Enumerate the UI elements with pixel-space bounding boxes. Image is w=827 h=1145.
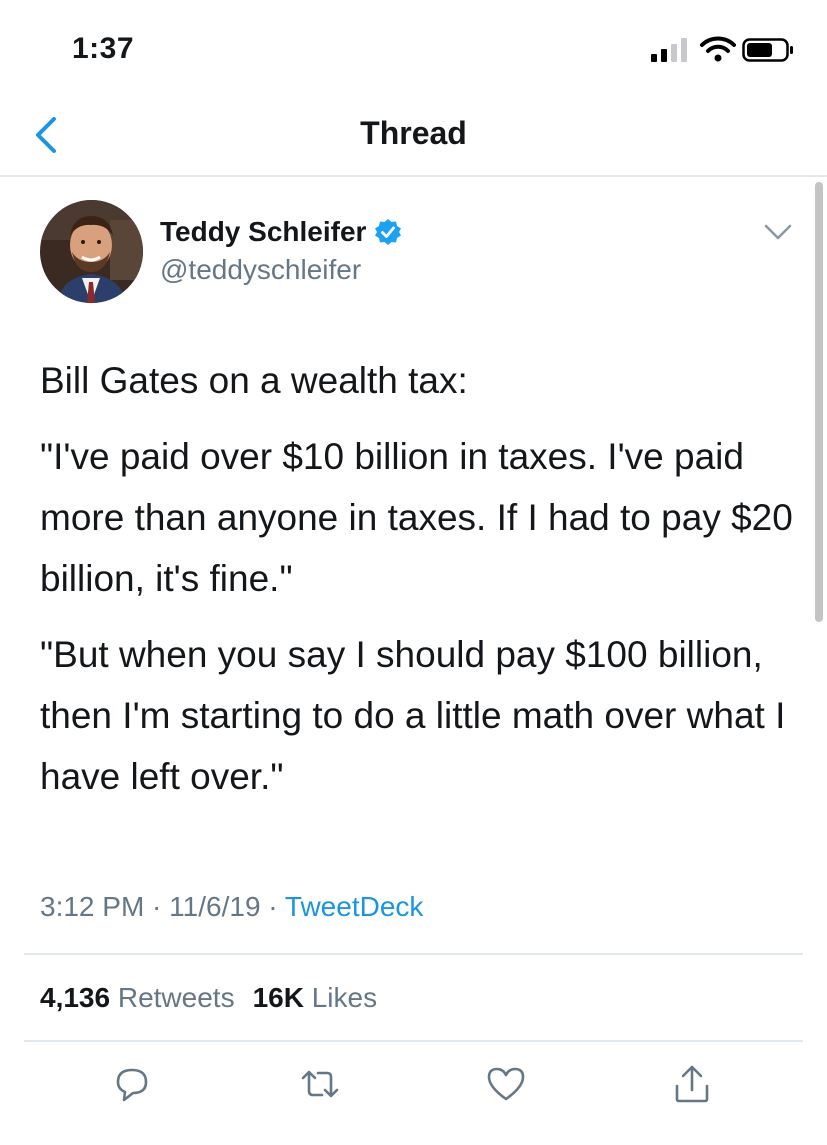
tweet-stats: 4,136 Retweets 16K Likes [40,982,377,1014]
meta-separator: · [260,891,285,922]
cellular-signal-icon [651,38,687,62]
action-bar [0,1062,827,1112]
share-button[interactable] [670,1062,714,1106]
tweet-paragraph: "I've paid over $10 billion in taxes. I'… [40,436,793,599]
author-name[interactable]: Teddy Schleifer [160,216,402,248]
like-button[interactable] [484,1062,528,1106]
chevron-down-icon[interactable] [764,222,792,242]
battery-icon [742,38,793,62]
author-handle[interactable]: @teddyschleifer [160,254,361,286]
likes-stat[interactable]: 16K Likes [253,982,378,1014]
status-time: 1:37 [72,32,135,65]
tweet-paragraph: "But when you say I should pay $100 bill… [40,634,786,797]
likes-label: Likes [311,982,378,1013]
reply-button[interactable] [110,1062,154,1106]
tweet-time: 3:12 PM [40,891,145,922]
verified-badge-icon [375,219,402,245]
retweet-icon [301,1070,339,1098]
divider [24,1040,803,1042]
nav-bar: Thread [0,95,827,177]
tweet-meta: 3:12 PM · 11/6/19 · TweetDeck [40,891,423,923]
likes-count: 16K [252,982,304,1013]
tweet-paragraph: Bill Gates on a wealth tax: [40,360,468,401]
retweets-label: Retweets [117,982,235,1013]
avatar[interactable] [40,200,143,303]
retweet-button[interactable] [298,1062,342,1106]
wifi-icon [700,36,736,62]
page-title: Thread [360,115,467,151]
heart-icon [487,1067,525,1101]
retweets-stat[interactable]: 4,136 Retweets [40,982,235,1014]
reply-icon [116,1068,148,1102]
scrollbar[interactable] [815,182,823,622]
status-bar: 1:37 [0,0,827,95]
author-name-text[interactable]: Teddy Schleifer [160,216,366,248]
tweet-source-link[interactable]: TweetDeck [285,891,424,922]
tweet-date: 11/6/19 [169,891,261,922]
meta-separator: · [144,891,170,922]
tweet-text: Bill Gates on a wealth tax: "I've paid o… [40,350,800,822]
divider [24,953,803,955]
share-icon [675,1065,709,1103]
retweets-count: 4,136 [40,982,111,1013]
